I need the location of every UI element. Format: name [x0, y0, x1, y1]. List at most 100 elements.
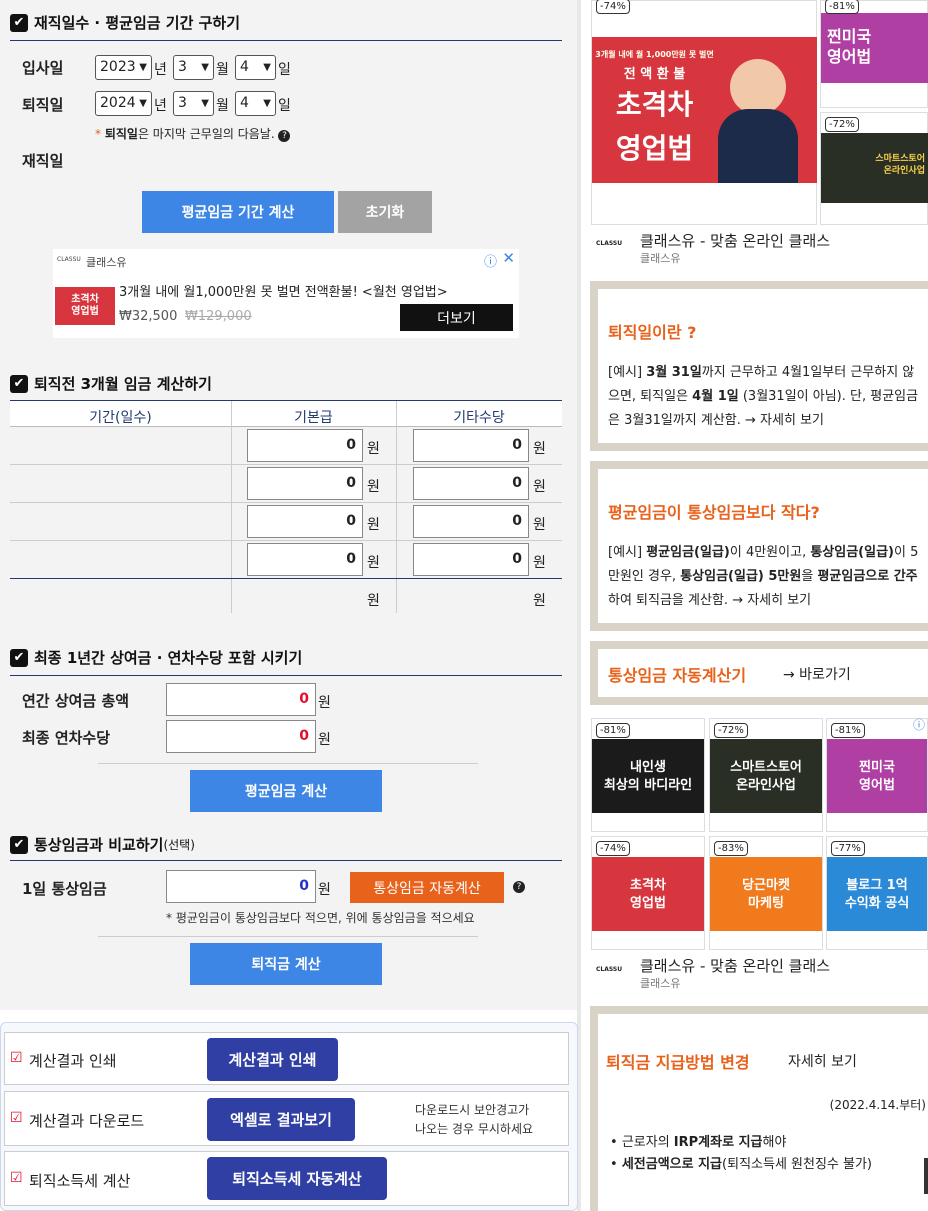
ad-grid-card[interactable]: 내인생 최상의 바디라인 -81% [591, 718, 705, 832]
help-icon[interactable]: ? [513, 881, 525, 893]
info-part: [예시] [608, 365, 647, 380]
checkbox-icon[interactable]: ✔ [10, 13, 28, 32]
info-title: 퇴직금 지급방법 변경 [606, 1053, 750, 1072]
info-text: [예시] 3월 31일까지 근무하고 4월1일부터 근무하지 않으면, 퇴직일은… [608, 361, 924, 433]
year-unit: 년 [154, 98, 167, 114]
checkbox-icon: ☑ [10, 1050, 23, 1066]
month-unit: 월 [216, 98, 229, 114]
ad-grid-image: 찐미국 영어법 [827, 739, 927, 813]
won-unit: 원 [318, 695, 331, 711]
info-part: 통상임금(일급) [810, 545, 894, 560]
won-unit: 원 [318, 882, 331, 898]
ad-brand: 클래스유 [86, 256, 127, 269]
ad-small-1[interactable]: 찐미국 영어법 -81% [820, 0, 928, 108]
month-unit: 월 [216, 62, 229, 78]
tax-calc-button[interactable]: 퇴직소득세 자동계산 [207, 1157, 387, 1200]
chevron-down-icon: ▼ [139, 62, 147, 73]
leave-year-select[interactable]: 2024 ▼ [95, 91, 152, 116]
avg-wage-calc-button[interactable]: 평균임금 계산 [190, 770, 382, 812]
calc-period-button[interactable]: 평균임금 기간 계산 [142, 191, 334, 233]
leave-day-select[interactable]: 4 ▼ [235, 91, 276, 116]
excel-button[interactable]: 엑셀로 결과보기 [207, 1098, 355, 1141]
info-part: 평균임금(일급) [646, 545, 730, 560]
leave-day-value: 4 [240, 95, 249, 111]
ad-main-title1: 초격차 [615, 88, 694, 121]
info-part: 3월 31일 [646, 365, 702, 380]
chevron-down-icon: ▼ [139, 98, 147, 109]
basic-pay-input-2[interactable]: 0 [247, 467, 363, 500]
ordinary-wage-auto-button[interactable]: 통상임금 자동계산 [350, 872, 504, 903]
detail-link[interactable]: → 자세히 보기 [745, 413, 824, 428]
header-basic: 기본급 [294, 410, 333, 426]
classu-logo: CLASSU [596, 966, 623, 973]
join-year-select[interactable]: 2023 ▼ [95, 55, 152, 80]
ad-small-2-image: 스마트스토어 온라인사업 [821, 133, 928, 203]
ad-banner[interactable]: CLASSU 클래스유 ⓘ ✕ 초격차 영업법 3개월 내에 월1,000만원 … [53, 249, 519, 338]
join-month-select[interactable]: 3 ▼ [173, 55, 214, 80]
ad-small-1-image: 찐미국 영어법 [821, 13, 928, 83]
won-unit: 원 [533, 555, 546, 571]
ad-brand-line[interactable]: 클래스유 - 맞춤 온라인 클래스 [640, 230, 830, 251]
print-button[interactable]: 계산결과 인쇄 [207, 1038, 338, 1081]
help-icon[interactable]: ? [278, 130, 291, 142]
ad-main-title2: 영업법 [615, 132, 694, 165]
ordinary-wage-note: * 평균임금이 통상임금보다 적으면, 위에 통상임금을 적으세요 [166, 911, 475, 925]
checkbox-icon[interactable]: ✔ [10, 835, 28, 854]
ad-grid-card[interactable]: 당근마켓 마케팅 -83% [709, 836, 823, 950]
download-note-1: 다운로드시 보안경고가 [415, 1103, 530, 1117]
close-icon[interactable]: ✕ [502, 249, 515, 267]
reset-button[interactable]: 초기화 [338, 191, 432, 233]
ad-brand-line[interactable]: 클래스유 - 맞춤 온라인 클래스 [640, 955, 830, 976]
tenure-label: 재직일 [22, 152, 64, 170]
checkbox-icon[interactable]: ✔ [10, 374, 28, 393]
info-icon[interactable]: ⓘ [484, 251, 497, 270]
extra-pay-input-3[interactable]: 0 [413, 505, 529, 538]
go-link[interactable]: → 바로가기 [783, 664, 851, 684]
discount-badge: -72% [714, 723, 748, 738]
info-part: 을 [801, 569, 818, 584]
extra-pay-input-1[interactable]: 0 [413, 429, 529, 462]
basic-pay-input-1[interactable]: 0 [247, 429, 363, 462]
extra-pay-input-4[interactable]: 0 [413, 543, 529, 576]
scrollbar-thumb[interactable] [924, 1158, 928, 1194]
info-text: [예시] 평균임금(일급)이 4만원이고, 통상임금(일급)이 5만원인 경우,… [608, 541, 924, 613]
daily-wage-input[interactable]: 0 [166, 870, 316, 903]
ad-grid-image: 내인생 최상의 바디라인 [592, 739, 704, 813]
ad-grid-image: 초격차 영업법 [592, 857, 704, 931]
chevron-down-icon: ▼ [201, 98, 209, 109]
ad-more-button[interactable]: 더보기 [400, 304, 513, 331]
detail-link[interactable]: 자세히 보기 [788, 1051, 857, 1071]
ad-grid-image: 당근마켓 마케팅 [710, 857, 822, 931]
discount-badge: -81% [825, 0, 859, 14]
daily-wage-label: 1일 통상임금 [22, 880, 107, 898]
ad-grid-card[interactable]: 찐미국 영어법 -81% [826, 718, 928, 832]
ad-grid-image: 스마트스토어 온라인사업 [710, 739, 822, 813]
discount-badge: -77% [831, 841, 865, 856]
detail-link[interactable]: → 자세히 보기 [732, 593, 811, 608]
info-part: (퇴직소득세 원천징수 불가) [722, 1157, 872, 1172]
leave-month-select[interactable]: 3 ▼ [173, 91, 214, 116]
result-label: 퇴직소득세 계산 [29, 1172, 131, 1190]
section-bonus-title: ✔ 최종 1년간 상여금 · 연차수당 포함 시키기 [10, 647, 302, 668]
won-unit: 원 [367, 517, 380, 533]
severance-calc-button[interactable]: 퇴직금 계산 [190, 943, 382, 985]
info-part: 이 4만원이고, [729, 545, 811, 560]
download-note-2: 나오는 경우 무시하세요 [415, 1122, 534, 1136]
info-icon[interactable]: ⓘ [913, 716, 925, 733]
day-unit: 일 [278, 62, 291, 78]
annual-leave-input[interactable]: 0 [166, 720, 316, 753]
ad-brand-sub: 클래스유 [640, 977, 681, 990]
ad-grid-card[interactable]: 블로그 1억 수익화 공식 -77% [826, 836, 928, 950]
bonus-input[interactable]: 0 [166, 683, 316, 716]
checkbox-icon[interactable]: ✔ [10, 648, 28, 667]
ad-small-2[interactable]: 스마트스토어 온라인사업 -72% [820, 112, 928, 225]
ad-grid-card[interactable]: 스마트스토어 온라인사업 -72% [709, 718, 823, 832]
ad-main-top: 3개월 내에 월 1,000만원 못 벌면 [595, 50, 714, 59]
basic-pay-input-3[interactable]: 0 [247, 505, 363, 538]
section-title-small: (선택) [163, 838, 195, 852]
extra-pay-input-2[interactable]: 0 [413, 467, 529, 500]
join-day-select[interactable]: 4 ▼ [235, 55, 276, 80]
basic-pay-input-4[interactable]: 0 [247, 543, 363, 576]
ad-grid-card[interactable]: 초격차 영업법 -74% [591, 836, 705, 950]
ad-main[interactable]: 3개월 내에 월 1,000만원 못 벌면 전 액 환 불 초격차 영업법 -7… [591, 0, 817, 225]
